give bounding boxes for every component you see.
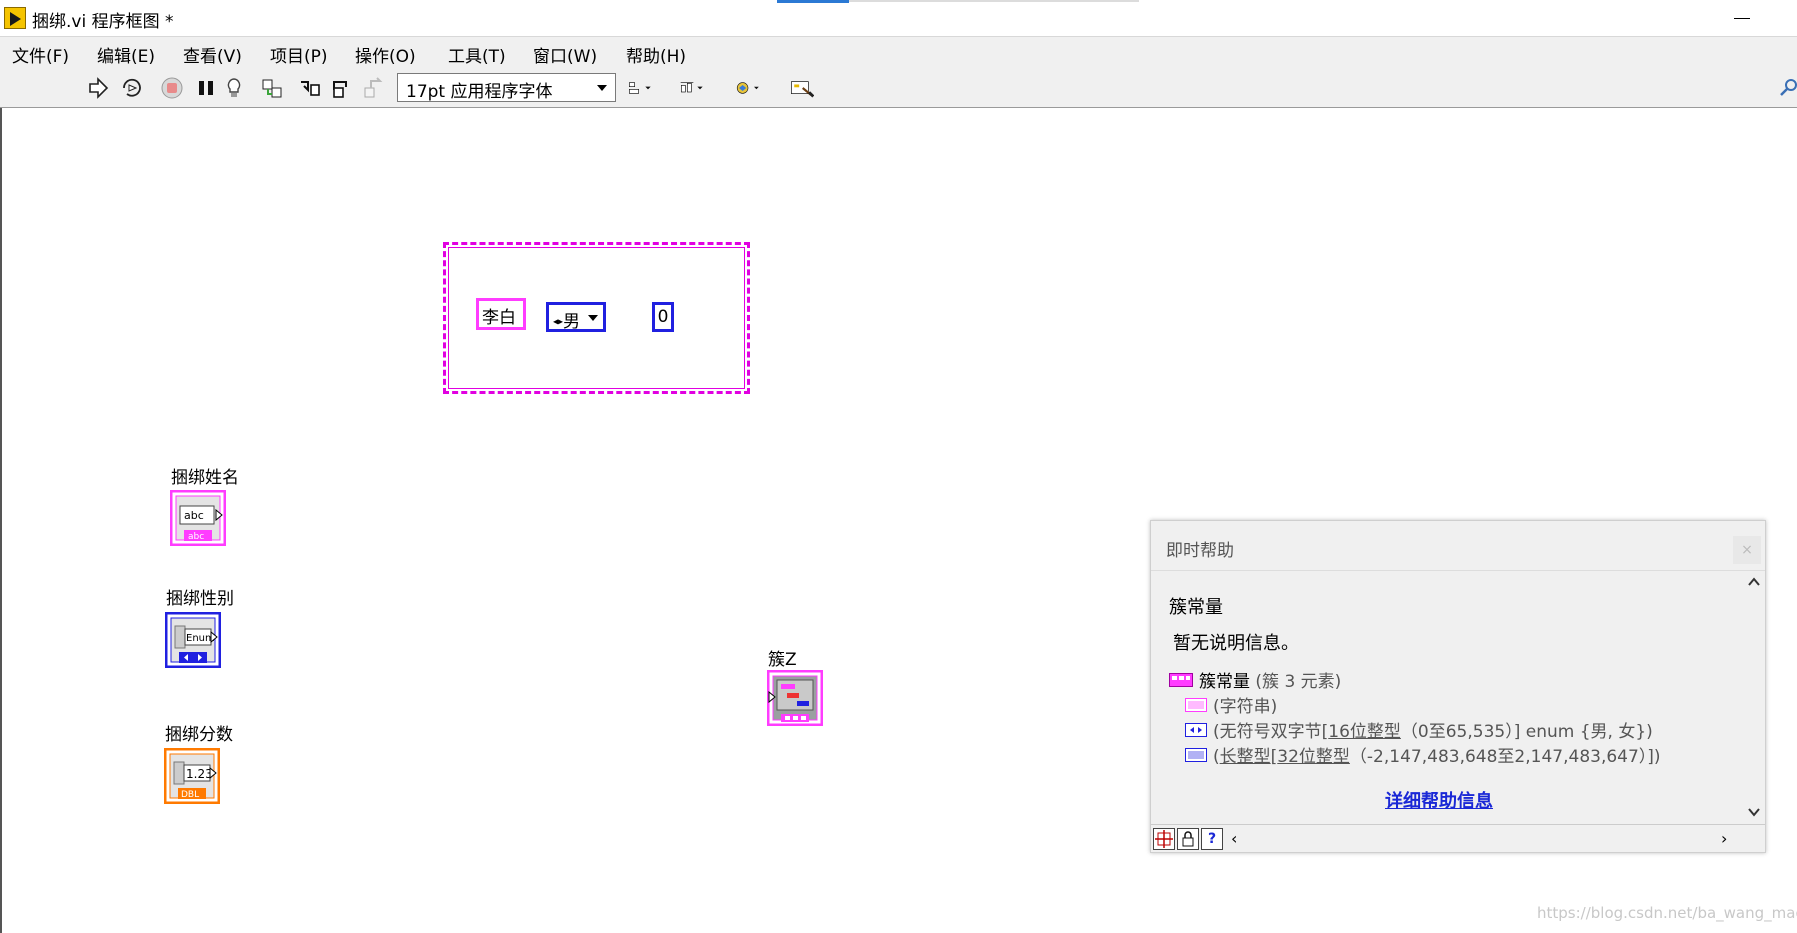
help-question-icon[interactable]: ? [1201, 828, 1223, 850]
enum-control-terminal[interactable]: Enum [164, 611, 222, 669]
title-bar: 捆绑.vi 程序框图 * [0, 0, 1797, 36]
i32-type-icon [1185, 747, 1207, 767]
help-object-name: 簇常量 [1169, 597, 1223, 618]
context-help-header: 即时帮助 × [1151, 521, 1765, 571]
string-control-terminal[interactable]: abc abc [169, 489, 227, 547]
menu-window[interactable]: 窗口(W) [533, 42, 597, 67]
gender-terminal-icon-text: Enum [186, 633, 215, 644]
score-terminal-label: 捆绑分数 [165, 725, 233, 745]
string-type-icon [1185, 697, 1207, 717]
minimize-button[interactable] [1722, 6, 1762, 30]
help-type-detail: (簇 3 元素) [1250, 672, 1342, 692]
menu-operate[interactable]: 操作(O) [355, 42, 416, 67]
help-element-int-link[interactable]: 长整型 [1220, 747, 1271, 767]
help-element-enum-prefix: (无符号双字节[ [1213, 722, 1329, 742]
menu-view[interactable]: 查看(V) [183, 42, 242, 67]
tab-strip [849, 0, 1139, 2]
gender-terminal-label: 捆绑性别 [166, 589, 234, 609]
toolbar: 17pt 应用程序字体 [0, 68, 1797, 108]
help-type-row: 簇常量 (簇 3 元素) [1169, 667, 1341, 692]
font-selector-value: 17pt 应用程序字体 [406, 82, 553, 102]
step-over-icon[interactable] [330, 76, 354, 100]
run-continuously-icon[interactable] [120, 76, 144, 100]
distribute-objects-icon[interactable] [680, 76, 716, 100]
name-terminal-icon-text: abc [184, 509, 204, 522]
labview-app-icon[interactable] [4, 7, 26, 29]
scroll-right-icon[interactable]: › [1721, 829, 1727, 848]
search-icon[interactable] [1778, 77, 1797, 97]
cluster-indicator-terminal[interactable] [766, 669, 824, 727]
menu-tools[interactable]: 工具(T) [448, 42, 506, 67]
help-element-int: (长整型[32位整型（-2,147,483,648至2,147,483,647）… [1185, 742, 1661, 767]
lock-icon[interactable] [1177, 828, 1199, 850]
help-type-name: 簇常量 [1199, 672, 1250, 692]
name-terminal-label: 捆绑姓名 [171, 468, 239, 488]
menu-file[interactable]: 文件(F) [12, 42, 69, 67]
scroll-down-icon[interactable] [1745, 803, 1763, 821]
help-element-enum-link[interactable]: 16位整型 [1328, 722, 1401, 742]
help-element-int-link2[interactable]: 32位整型 [1277, 747, 1350, 767]
abort-icon[interactable] [160, 76, 184, 100]
help-description: 暂无说明信息。 [1173, 633, 1299, 654]
align-objects-icon[interactable] [628, 76, 664, 100]
score-terminal-type-text: DBL [181, 790, 199, 800]
window-title: 捆绑.vi 程序框图 * [32, 12, 174, 32]
enum-constant-value: 男 [563, 312, 581, 332]
cluster-indicator-label: 簇Z [768, 650, 797, 670]
enum-arrows-icon: ◂▸ [553, 316, 564, 328]
cleanup-diagram-icon[interactable] [790, 76, 824, 100]
menu-edit[interactable]: 编辑(E) [97, 42, 155, 67]
menu-bar: 文件(F) 编辑(E) 查看(V) 项目(P) 操作(O) 工具(T) 窗口(W… [0, 36, 1797, 68]
step-into-icon[interactable] [298, 76, 322, 100]
enum-constant[interactable]: ◂▸男 [546, 302, 606, 332]
enum-type-icon [1185, 722, 1207, 742]
highlight-execution-icon[interactable] [222, 76, 246, 100]
help-element-int-suffix: （-2,147,483,648至2,147,483,647）]) [1349, 747, 1661, 767]
block-diagram[interactable]: 李白 ◂▸男 0 捆绑姓名 abc abc 捆绑性别 Enum 捆绑分数 1.2… [0, 108, 1797, 933]
help-element-enum: (无符号双字节[16位整型（0至65,535）] enum {男, 女}) [1185, 717, 1653, 742]
pause-icon[interactable] [194, 76, 218, 100]
help-element-string-text: (字符串) [1213, 697, 1278, 717]
numeric-control-terminal[interactable]: 1.23 DBL [163, 747, 221, 805]
help-element-int-prefix: ( [1213, 747, 1220, 767]
help-element-enum-suffix: （0至65,535）] enum {男, 女}) [1400, 722, 1653, 742]
active-tab-indicator [777, 0, 849, 3]
dropdown-arrow-icon [588, 315, 598, 321]
reorder-icon[interactable] [736, 76, 776, 100]
cluster-type-icon [1169, 672, 1193, 692]
font-selector[interactable]: 17pt 应用程序字体 [397, 73, 616, 102]
watermark: https://blog.csdn.net/ba_wang_mao [1537, 904, 1797, 922]
score-terminal-icon-text: 1.23 [186, 767, 213, 781]
menu-project[interactable]: 项目(P) [270, 42, 328, 67]
show-optional-terminals-icon[interactable] [1153, 828, 1175, 850]
detailed-help-link[interactable]: 详细帮助信息 [1385, 787, 1493, 813]
scroll-up-icon[interactable] [1745, 573, 1763, 591]
string-constant[interactable]: 李白 [476, 298, 526, 330]
context-help-footer: ? ‹ › [1151, 824, 1765, 852]
scroll-left-icon[interactable]: ‹ [1231, 829, 1237, 848]
help-element-string: (字符串) [1185, 692, 1277, 717]
name-terminal-type-text: abc [188, 532, 204, 542]
context-help-title: 即时帮助 [1166, 541, 1234, 561]
close-icon[interactable]: × [1733, 536, 1761, 564]
numeric-constant[interactable]: 0 [652, 302, 674, 332]
run-icon[interactable] [86, 76, 110, 100]
chevron-down-icon [597, 85, 607, 91]
retain-wire-values-icon[interactable] [260, 76, 284, 100]
context-help-window[interactable]: 即时帮助 × 簇常量 暂无说明信息。 簇常量 (簇 3 元素) (字符串) (无… [1150, 520, 1766, 853]
menu-help[interactable]: 帮助(H) [626, 42, 686, 67]
step-out-icon[interactable] [362, 76, 386, 100]
